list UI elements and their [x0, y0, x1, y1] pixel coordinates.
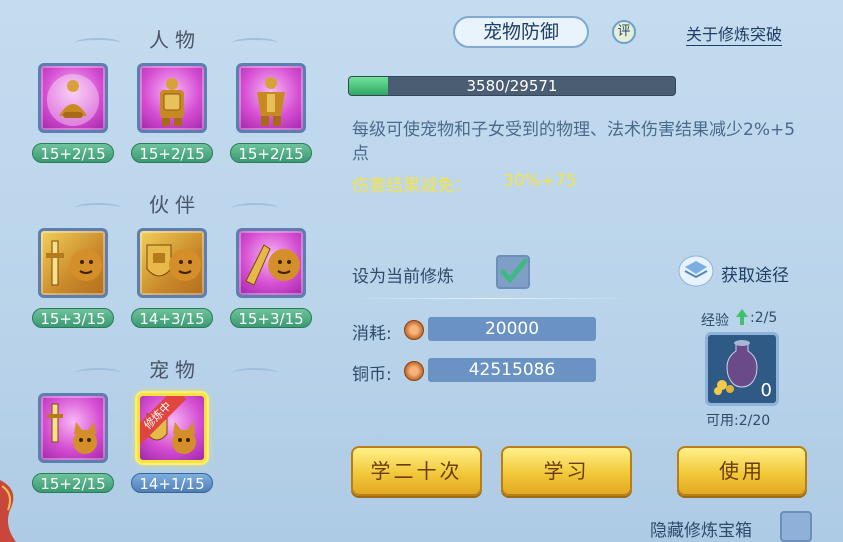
shield-warrior-icon — [160, 78, 184, 126]
skill-level-badge: 15+3/15 — [32, 308, 114, 328]
meditating-figure-icon — [47, 74, 99, 126]
sword-cat-icon — [47, 403, 97, 454]
skill-tile-character-1[interactable] — [38, 63, 108, 133]
learn-button[interactable]: 学习 — [501, 446, 632, 496]
progress-bar: 3580/29571 — [348, 76, 676, 96]
use-button[interactable]: 使用 — [677, 446, 807, 496]
hide-chest-checkbox[interactable] — [780, 511, 812, 542]
shield-lion-icon — [146, 244, 201, 281]
skill-description: 每级可使宠物和子女受到的物理、法术伤害结果减少2%+5点 — [352, 120, 796, 164]
exp-count: :2/5 — [750, 310, 778, 326]
divider — [350, 298, 632, 299]
exp-item-slot[interactable]: 0 — [705, 332, 779, 406]
skill-level-badge: 15+2/15 — [131, 143, 213, 163]
coin-icon — [404, 361, 424, 381]
decor-swirl-right — [232, 38, 278, 48]
fist-lion-icon — [245, 244, 300, 286]
learn-twenty-button[interactable]: 学二十次 — [351, 446, 482, 496]
sword-lion-icon — [46, 240, 102, 286]
progress-text: 3580/29571 — [466, 77, 558, 95]
book-icon[interactable] — [678, 255, 714, 287]
skill-title: 宠物防御 — [453, 16, 590, 48]
copper-label: 铜币: — [352, 365, 392, 385]
coin-icon — [404, 320, 424, 340]
skill-level-badge: 15+2/15 — [32, 473, 114, 493]
skill-tile-partner-2[interactable] — [137, 228, 207, 298]
section-title-character: 人物 — [149, 28, 201, 52]
skill-tile-pet-2-selected[interactable]: 修炼中 — [137, 393, 207, 463]
cost-label: 消耗: — [352, 324, 392, 344]
checkmark-icon — [500, 258, 528, 284]
skill-tile-character-2[interactable] — [137, 63, 207, 133]
section-title-partner: 伙伴 — [149, 193, 201, 217]
armored-warrior-icon — [257, 77, 285, 126]
skill-tile-character-3[interactable] — [236, 63, 306, 133]
skill-level-badge: 15+2/15 — [230, 143, 312, 163]
item-count: 0 — [760, 380, 772, 401]
set-current-checkbox[interactable] — [496, 255, 530, 289]
skill-level-badge: 15+3/15 — [230, 308, 312, 328]
effect-value: 30%+75 — [503, 171, 577, 191]
effect-label: 伤害结果减免： — [352, 176, 471, 196]
set-current-label: 设为当前修炼 — [352, 267, 454, 287]
copper-value: 42515086 — [428, 358, 596, 382]
exp-label: 经验 — [701, 313, 729, 329]
skill-level-badge: 14+1/15 — [131, 473, 213, 493]
decor-swirl-right — [232, 368, 278, 378]
cost-value: 20000 — [428, 317, 596, 341]
skill-level-badge: 15+2/15 — [32, 143, 114, 163]
available-count: 可用:2/20 — [706, 413, 771, 429]
skill-tile-pet-1[interactable] — [38, 393, 108, 463]
evaluate-icon[interactable]: 评 — [612, 20, 636, 44]
decor-swirl-right — [232, 203, 278, 213]
breakthrough-link[interactable]: 关于修炼突破 — [686, 21, 783, 46]
hide-chest-label: 隐藏修炼宝箱 — [650, 521, 752, 541]
skill-tile-partner-1[interactable] — [38, 228, 108, 298]
section-title-pet: 宠物 — [149, 358, 201, 382]
skill-level-badge: 14+3/15 — [131, 308, 213, 328]
acquire-route-link[interactable]: 获取途径 — [721, 261, 789, 286]
corner-decoration-icon — [0, 480, 16, 542]
skill-tile-partner-3[interactable] — [236, 228, 306, 298]
arrow-up-icon — [736, 309, 748, 325]
